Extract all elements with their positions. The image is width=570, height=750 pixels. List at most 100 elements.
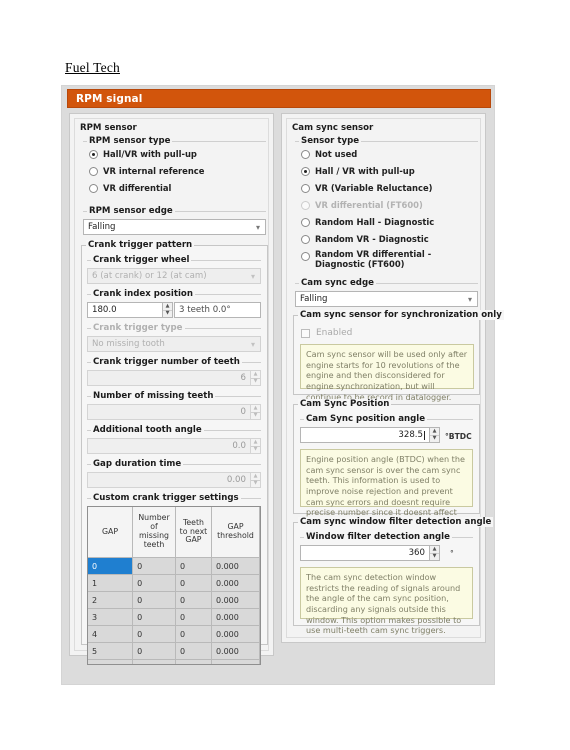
table-row[interactable]: 6000.000: [88, 659, 260, 664]
table-cell[interactable]: 0.000: [211, 642, 260, 660]
stepper-down-icon[interactable]: ▼: [430, 554, 439, 561]
gap-duration-time-stepper[interactable]: 0.00 ▲ ▼: [87, 472, 261, 488]
table-cell[interactable]: 0: [88, 557, 134, 575]
table-cell[interactable]: 0: [175, 608, 212, 626]
radio-label: Random VR - Diagnostic: [315, 234, 429, 244]
stepper-buttons[interactable]: ▲ ▼: [429, 545, 440, 561]
radio-not-used[interactable]: Not used: [301, 149, 358, 160]
stepper-down-icon[interactable]: ▼: [430, 436, 439, 443]
additional-tooth-angle-stepper[interactable]: 0.0 ▲ ▼: [87, 438, 261, 454]
cam-sync-edge-select[interactable]: Falling ▾: [295, 291, 478, 307]
radio-random-hall-diagnostic[interactable]: Random Hall - Diagnostic: [301, 217, 434, 228]
sync-only-checkbox[interactable]: Enabled: [301, 328, 352, 338]
table-cell[interactable]: 0.000: [211, 591, 260, 609]
crank-trigger-teeth-value[interactable]: 6: [87, 370, 250, 386]
table-cell[interactable]: 0: [132, 574, 176, 592]
table-cell[interactable]: 0: [132, 625, 176, 643]
radio-vr-internal-reference[interactable]: VR internal reference: [89, 166, 204, 177]
table-cell[interactable]: 0: [132, 591, 176, 609]
crank-index-position-value[interactable]: 180.0: [87, 302, 162, 318]
crank-trigger-type-group: Crank trigger type: [87, 323, 261, 333]
table-cell[interactable]: 6: [88, 659, 134, 664]
stepper-down-icon[interactable]: ▼: [251, 481, 260, 488]
chevron-down-icon: ▾: [255, 222, 260, 232]
stepper-buttons[interactable]: ▲ ▼: [250, 472, 261, 488]
table-cell[interactable]: 0: [175, 557, 212, 575]
table-row[interactable]: 0 0 0 0.000: [88, 557, 260, 575]
window-title-bar: RPM signal: [67, 89, 491, 108]
radio-dot-icon: [301, 150, 310, 160]
gap-table-body[interactable]: 0 0 0 0.000 1 0 0 0.000 2 0 0 0.000 3 0 0 0.000 4 0 0 0.000…: [88, 557, 260, 664]
rpm-sensor-edge-value: Falling: [88, 222, 116, 232]
table-cell[interactable]: 4: [88, 625, 134, 643]
table-cell[interactable]: 0.000: [211, 659, 260, 664]
missing-teeth-stepper[interactable]: 0 ▲ ▼: [87, 404, 261, 420]
crank-trigger-type-select[interactable]: No missing tooth ▾: [87, 336, 261, 352]
stepper-down-icon[interactable]: ▼: [251, 413, 260, 420]
cam-sync-edge-group: Cam sync edge: [295, 278, 478, 288]
table-cell[interactable]: 0: [132, 557, 176, 575]
table-row[interactable]: 1 0 0 0.000: [88, 574, 260, 592]
crank-trigger-wheel-group: Crank trigger wheel: [87, 255, 261, 265]
stepper-buttons[interactable]: ▲ ▼: [250, 404, 261, 420]
gap-table[interactable]: GAP Number of missing teeth Teeth to nex…: [88, 507, 260, 664]
table-cell[interactable]: 0: [132, 659, 176, 664]
table-cell[interactable]: 0.000: [211, 574, 260, 592]
table-cell[interactable]: 1: [88, 574, 134, 592]
cam-sensor-type-title: Sensor type: [299, 136, 362, 146]
window-filter-angle-value[interactable]: 360: [300, 545, 429, 561]
table-row[interactable]: 2 0 0 0.000: [88, 591, 260, 609]
stepper-buttons[interactable]: ▲ ▼: [162, 302, 173, 318]
radio-vr-variable-reluctance[interactable]: VR (Variable Reluctance): [301, 183, 432, 194]
custom-crank-settings-table[interactable]: GAP Number of missing teeth Teeth to nex…: [87, 506, 261, 665]
table-cell[interactable]: 0: [175, 591, 212, 609]
additional-tooth-angle-value[interactable]: 0.0: [87, 438, 250, 454]
table-cell[interactable]: 2: [88, 591, 134, 609]
table-cell[interactable]: 0: [175, 659, 212, 664]
radio-random-vr-diagnostic[interactable]: Random VR - Diagnostic: [301, 234, 429, 245]
table-cell[interactable]: 0: [132, 608, 176, 626]
table-cell[interactable]: 0.000: [211, 625, 260, 643]
stepper-buttons[interactable]: ▲ ▼: [250, 438, 261, 454]
rpm-sensor-group-title: RPM sensor: [80, 123, 137, 133]
stepper-buttons[interactable]: ▲ ▼: [250, 370, 261, 386]
app-window: RPM signal RPM sensor RPM sensor type Ha…: [61, 85, 504, 685]
table-cell[interactable]: 3: [88, 608, 134, 626]
table-cell[interactable]: 0: [175, 642, 212, 660]
stepper-buttons[interactable]: ▲ ▼: [429, 427, 440, 443]
crank-index-position-group: Crank index position: [87, 289, 261, 299]
table-row[interactable]: 5 0 0 0.000: [88, 642, 260, 660]
gap-duration-time-value[interactable]: 0.00: [87, 472, 250, 488]
cam-sync-position-angle-stepper[interactable]: 328.5 ▲ ▼: [300, 427, 440, 443]
crank-index-position-stepper[interactable]: 180.0 ▲ ▼: [87, 302, 173, 318]
stepper-down-icon[interactable]: ▼: [251, 379, 260, 386]
radio-hall-vr-pullup[interactable]: Hall/VR with pull-up: [89, 149, 197, 160]
radio-dot-icon: [89, 150, 98, 160]
table-cell[interactable]: 0: [175, 574, 212, 592]
crank-trigger-teeth-stepper[interactable]: 6 ▲ ▼: [87, 370, 261, 386]
radio-hall-vr-pullup-cam[interactable]: Hall / VR with pull-up: [301, 166, 415, 177]
window-filter-note: The cam sync detection window restricts …: [300, 567, 473, 635]
window-filter-angle-stepper[interactable]: 360 ▲ ▼: [300, 545, 440, 561]
radio-label: Not used: [315, 149, 358, 159]
table-row[interactable]: 3 0 0 0.000: [88, 608, 260, 626]
crank-trigger-teeth-group: Crank trigger number of teeth: [87, 357, 261, 367]
crank-trigger-wheel-select[interactable]: 6 (at crank) or 12 (at cam) ▾: [87, 268, 261, 284]
table-row[interactable]: 4 0 0 0.000: [88, 625, 260, 643]
table-cell[interactable]: 0: [175, 625, 212, 643]
custom-crank-settings-title: Custom crank trigger settings: [91, 493, 241, 503]
radio-vr-differential-ft600: VR differential (FT600): [301, 200, 423, 211]
stepper-down-icon[interactable]: ▼: [251, 447, 260, 454]
stepper-down-icon[interactable]: ▼: [163, 311, 172, 318]
rpm-sensor-edge-select[interactable]: Falling ▾: [83, 219, 266, 235]
cam-sync-position-angle-value[interactable]: 328.5: [300, 427, 429, 443]
table-cell[interactable]: 0.000: [211, 608, 260, 626]
missing-teeth-value[interactable]: 0: [87, 404, 250, 420]
radio-label: VR differential (FT600): [315, 200, 423, 210]
table-cell[interactable]: 0.000: [211, 557, 260, 575]
table-cell[interactable]: 0: [132, 642, 176, 660]
radio-random-vr-differential-ft600[interactable]: Random VR differential - Diagnostic (FT6…: [301, 249, 450, 270]
window-filter-title: Cam sync window filter detection angle: [298, 517, 494, 527]
table-cell[interactable]: 5: [88, 642, 134, 660]
radio-vr-differential[interactable]: VR differential: [89, 183, 171, 194]
